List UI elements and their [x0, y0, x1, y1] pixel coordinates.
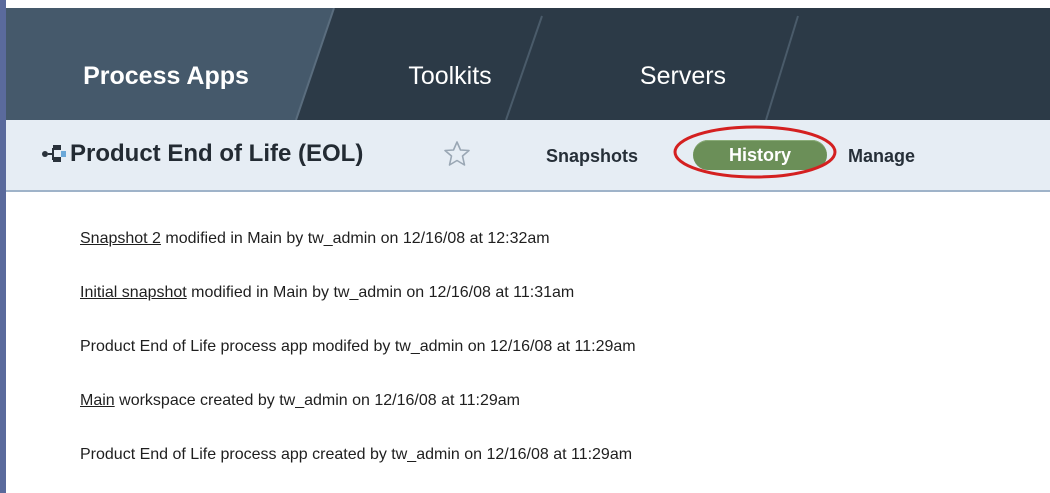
history-entry: Initial snapshot modified in Main by tw_…: [80, 282, 574, 304]
manage-link[interactable]: Manage: [848, 142, 915, 170]
history-entry-text: modified in Main by tw_admin on 12/16/08…: [160, 230, 550, 247]
top-tab-bar: Process Apps Toolkits Servers: [6, 8, 1050, 120]
history-entry-text: workspace created by tw_admin on 12/16/0…: [114, 392, 520, 409]
snapshot-2-link[interactable]: Snapshot 2: [80, 230, 161, 247]
tab-servers[interactable]: Servers: [608, 56, 758, 96]
app-title: Product End of Life (EOL): [70, 140, 364, 167]
tab-process-apps[interactable]: Process Apps: [66, 56, 266, 96]
main-workspace-link[interactable]: Main: [80, 392, 115, 409]
history-entry: Main workspace created by tw_admin on 12…: [80, 390, 520, 412]
history-entry: Product End of Life process app created …: [80, 444, 632, 466]
snapshots-link[interactable]: Snapshots: [546, 142, 638, 170]
history-entry-text: Product End of Life process app modifed …: [80, 338, 636, 355]
process-app-icon: [42, 145, 66, 162]
process-app-header: Product End of Life (EOL) Snapshots Hist…: [6, 120, 1050, 192]
history-entry-text: modified in Main by tw_admin on 12/16/08…: [186, 284, 575, 301]
history-entry-text: Product End of Life process app created …: [80, 446, 633, 463]
history-button[interactable]: History: [693, 140, 827, 170]
history-entry: Product End of Life process app modifed …: [80, 336, 636, 358]
tab-divider-3: [765, 15, 799, 120]
initial-snapshot-link[interactable]: Initial snapshot: [80, 284, 187, 301]
star-outline-icon[interactable]: [442, 139, 472, 169]
tab-toolkits[interactable]: Toolkits: [380, 56, 520, 96]
history-entry: Snapshot 2 modified in Main by tw_admin …: [80, 228, 550, 250]
